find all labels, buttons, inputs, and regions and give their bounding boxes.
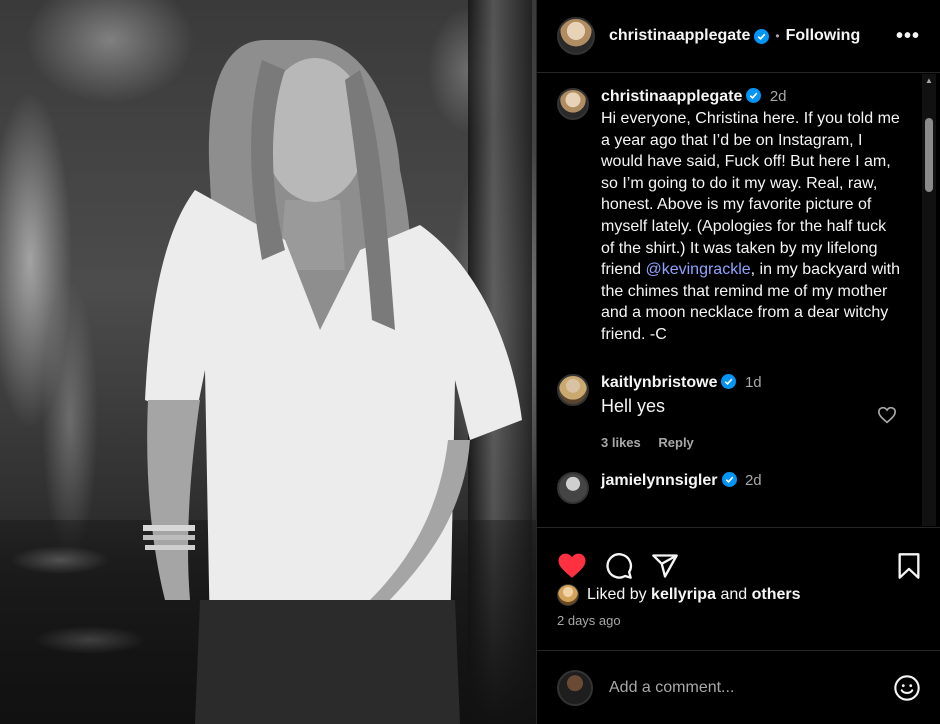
verified-badge-icon: [721, 373, 737, 389]
liked-by-and: and: [720, 586, 748, 603]
share-icon[interactable]: [651, 552, 679, 580]
liker-username[interactable]: kellyripa: [651, 586, 716, 604]
caption-username[interactable]: christinaapplegate: [601, 88, 742, 105]
reply-button[interactable]: Reply: [658, 435, 693, 450]
comment-time[interactable]: 2d: [745, 472, 762, 489]
more-options-icon[interactable]: •••: [896, 25, 920, 48]
author-username[interactable]: christinaapplegate: [609, 27, 750, 45]
post-timestamp[interactable]: 2 days ago: [557, 613, 621, 628]
following-button[interactable]: Following: [786, 27, 861, 45]
post-photo[interactable]: [0, 0, 536, 724]
liker-avatar[interactable]: [557, 584, 579, 606]
caption-time[interactable]: 2d: [770, 88, 787, 105]
mention-link[interactable]: @kevingrackle: [645, 261, 750, 278]
comment-meta: 3 likes Reply: [601, 435, 915, 450]
comment-avatar[interactable]: [557, 471, 589, 504]
header-separator: •: [775, 29, 780, 43]
post-detail-panel: christinaapplegate • Following ••• chris…: [536, 0, 940, 724]
comment-time[interactable]: 1d: [745, 374, 762, 391]
current-user-avatar: [557, 669, 593, 706]
verified-badge-icon: [754, 28, 770, 44]
bookmark-icon[interactable]: [897, 552, 921, 580]
author-avatar[interactable]: [557, 17, 595, 55]
scroll-up-icon[interactable]: ▲: [922, 74, 936, 88]
like-heart-icon[interactable]: [557, 552, 587, 579]
comment-username[interactable]: kaitlynbristowe: [601, 374, 717, 391]
caption-text-part1: Hi everyone, Christina here. If you told…: [601, 110, 900, 279]
post-actions: [537, 527, 940, 587]
comment-text: Hell yes: [601, 395, 666, 416]
liked-by-line: Liked by kellyripa and others: [557, 584, 801, 606]
photo-person: [143, 40, 522, 724]
comment-likes[interactable]: 3 likes: [601, 435, 641, 450]
comments-scrollbar[interactable]: ▲: [922, 74, 936, 526]
verified-badge-icon: [721, 471, 737, 487]
liked-by-prefix: Liked by: [587, 586, 647, 603]
add-comment-input[interactable]: Add a comment...: [609, 679, 734, 697]
comment-item: kaitlynbristowe 1d Hell yes 3 likes Repl…: [537, 346, 915, 450]
emoji-icon[interactable]: [893, 674, 921, 702]
comments-list: christinaapplegate 2d Hi everyone, Chris…: [537, 74, 915, 526]
scrollbar-thumb[interactable]: [925, 118, 933, 192]
caption-avatar[interactable]: [557, 88, 589, 120]
comment-icon[interactable]: [605, 552, 633, 580]
add-comment-bar: Add a comment...: [537, 650, 940, 724]
liked-by-others-link[interactable]: others: [752, 586, 801, 604]
comment-avatar[interactable]: [557, 373, 589, 406]
caption-item: christinaapplegate 2d Hi everyone, Chris…: [537, 74, 915, 346]
comment-like-icon[interactable]: [877, 406, 897, 424]
comment-item: jamielynnsigler 2d: [537, 450, 915, 504]
comment-username[interactable]: jamielynnsigler: [601, 472, 718, 489]
verified-badge-icon: [746, 88, 762, 103]
caption-text: Hi everyone, Christina here. If you told…: [601, 108, 915, 346]
post-header: christinaapplegate • Following •••: [537, 0, 940, 73]
